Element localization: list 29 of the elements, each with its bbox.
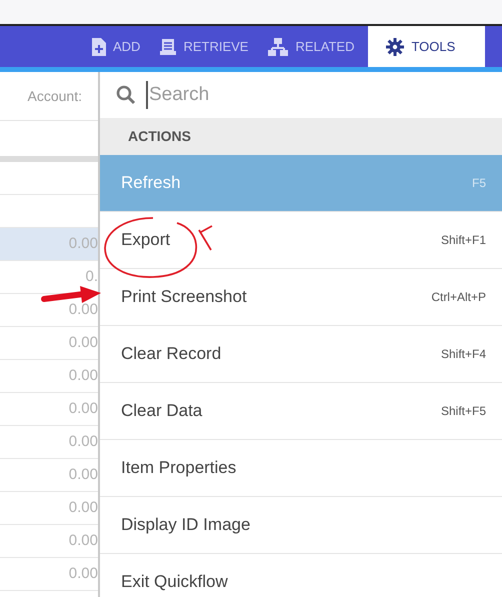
table-cell: 0.00 (0, 228, 98, 261)
hierarchy-icon (268, 38, 288, 56)
toolbar-tab[interactable]: TOOLS (368, 26, 486, 67)
menu-item[interactable]: Item Properties (100, 440, 502, 497)
table-cell: 0.00 (0, 393, 98, 426)
table-cell: 0.00 (0, 426, 98, 459)
search-icon (116, 85, 136, 105)
table-cell: 0.00 (0, 327, 98, 360)
search-field[interactable]: Search (146, 80, 346, 110)
table-cell: 0.00 (0, 459, 98, 492)
toolbar-tab[interactable]: RELATED (258, 26, 364, 67)
account-label: Account: (28, 86, 82, 106)
table-cell: 0.00 (0, 492, 98, 525)
section-header: ACTIONS (128, 127, 191, 146)
arrow-annotation (40, 284, 102, 304)
gear-icon (386, 38, 404, 56)
menu-item[interactable]: Export Shift+F1 (100, 212, 502, 269)
menu-item[interactable]: Exit Quickflow (100, 554, 502, 597)
table-cell: 0.00 (0, 558, 98, 591)
table-cell: 0.00 (0, 360, 98, 393)
menu-item[interactable]: Clear Record Shift+F4 (100, 326, 502, 383)
menu-item[interactable]: Print Screenshot Ctrl+Alt+P (100, 269, 502, 326)
toolbar-tab[interactable]: ADD (82, 26, 150, 67)
menu-item[interactable]: Display ID Image (100, 497, 502, 554)
toolbar-tab[interactable]: RETRIEVE (150, 26, 258, 67)
table-cell: 0.00 (0, 525, 98, 558)
document-plus-icon (92, 38, 106, 56)
menu-item[interactable]: Clear Data Shift+F5 (100, 383, 502, 440)
document-lines-icon (160, 38, 176, 54)
